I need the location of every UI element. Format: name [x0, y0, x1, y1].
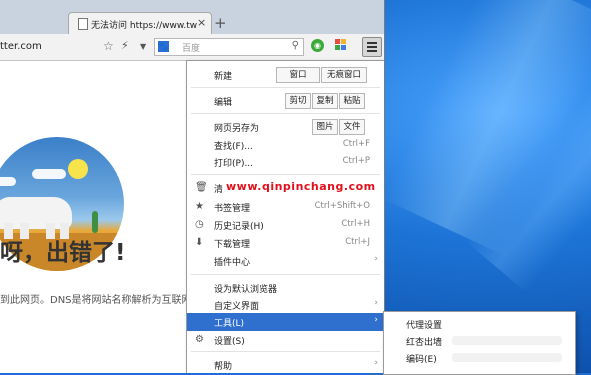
tab-active[interactable]: 无法访问 https://www.tw × — [68, 12, 212, 35]
search-placeholder: 百度 — [182, 44, 201, 54]
watermark-text: www.qinpinchang.com — [226, 180, 376, 193]
new-incognito-button[interactable]: 无痕窗口 — [321, 67, 367, 83]
search-engine-icon[interactable]: 🐾 — [158, 41, 169, 52]
chevron-down-icon[interactable]: ▼ — [140, 42, 146, 51]
menu-item-plugins[interactable]: 插件中心 › — [187, 252, 384, 270]
address-bar[interactable]: tter.com — [0, 41, 42, 52]
menu-item-help[interactable]: 帮助 › — [187, 356, 384, 373]
tools-submenu: 代理设置 红杏出墙 编码(E) — [383, 311, 576, 375]
tab-close-icon[interactable]: × — [197, 16, 206, 29]
save-image-button[interactable]: 图片 — [312, 119, 338, 135]
main-menu: 新建 窗口 无痕窗口 编辑 剪切 复制 粘贴 网页另存为 图片 文件 查找(F)… — [186, 60, 384, 373]
cloud-icon — [32, 169, 66, 179]
chevron-right-icon: › — [374, 358, 378, 368]
copy-button[interactable]: 复制 — [312, 93, 338, 109]
bookmark-star-icon[interactable]: ☆ — [103, 39, 114, 53]
paste-button[interactable]: 粘贴 — [339, 93, 365, 109]
tab-title: 无法访问 https://www.tw — [91, 21, 198, 31]
download-arrow-icon: ⬇ — [195, 237, 204, 248]
chevron-right-icon: › — [374, 315, 378, 325]
search-icon[interactable]: ⚲ — [292, 40, 299, 51]
sun-icon — [68, 159, 88, 179]
speed-mode-icon[interactable]: ⚡ — [121, 39, 129, 52]
chevron-right-icon: › — [374, 298, 378, 308]
document-icon — [78, 18, 88, 30]
blurred-text — [452, 336, 562, 345]
apps-grid-icon[interactable] — [335, 39, 347, 51]
blurred-text-2 — [452, 353, 562, 362]
menu-divider — [191, 113, 380, 114]
menu-item-customize[interactable]: 自定义界面 › — [187, 296, 384, 314]
submenu-item-extension[interactable]: 红杏出墙 — [406, 335, 442, 348]
clock-icon: ◷ — [195, 219, 204, 230]
menu-item-history[interactable]: ◷ 历史记录(H) Ctrl+H — [187, 216, 384, 234]
submenu-item-proxy[interactable]: 代理设置 — [406, 318, 442, 331]
menu-divider — [191, 351, 380, 352]
main-menu-button[interactable] — [362, 37, 382, 57]
tab-strip: 无法访问 https://www.tw × + — [0, 0, 384, 35]
toolbar: tter.com ☆ ⚡ ▼ 🐾 百度 ⚲ ◉ — [0, 34, 384, 61]
error-title: 呀，出错了! — [0, 240, 126, 266]
menu-item-set-default[interactable]: 设为默认浏览器 — [187, 279, 384, 297]
cut-button[interactable]: 剪切 — [285, 93, 311, 109]
error-description: 到此网页。DNS是将网站名称解析为互联网 — [0, 295, 192, 306]
chevron-right-icon: › — [374, 254, 378, 264]
menu-item-bookmarks[interactable]: ★ 书签管理 Ctrl+Shift+O — [187, 198, 384, 216]
polar-bear-head — [0, 203, 12, 219]
trash-icon: 🗑 — [195, 182, 208, 193]
gear-icon: ⚙ — [195, 334, 204, 345]
star-icon: ★ — [195, 201, 204, 212]
security-shield-icon[interactable]: ◉ — [311, 39, 324, 52]
hamburger-icon — [367, 42, 377, 44]
cactus-icon — [92, 211, 98, 233]
menu-item-find[interactable]: 查找(F)... Ctrl+F — [187, 136, 384, 154]
menu-divider — [191, 274, 380, 275]
menu-divider — [191, 174, 380, 175]
menu-item-print[interactable]: 打印(P)... Ctrl+P — [187, 153, 384, 171]
cloud-icon-2 — [0, 177, 16, 186]
menu-item-tools[interactable]: 工具(L) › — [187, 313, 384, 331]
menu-item-settings[interactable]: ⚙ 设置(S) — [187, 331, 384, 349]
new-tab-button[interactable]: + — [214, 14, 227, 32]
save-file-button[interactable]: 文件 — [339, 119, 365, 135]
menu-divider — [191, 87, 380, 88]
submenu-item-encoding[interactable]: 编码(E) — [406, 352, 437, 365]
menu-item-downloads[interactable]: ⬇ 下载管理 Ctrl+J — [187, 234, 384, 252]
search-input[interactable]: 🐾 百度 ⚲ — [154, 38, 304, 56]
new-window-button[interactable]: 窗口 — [276, 67, 320, 83]
